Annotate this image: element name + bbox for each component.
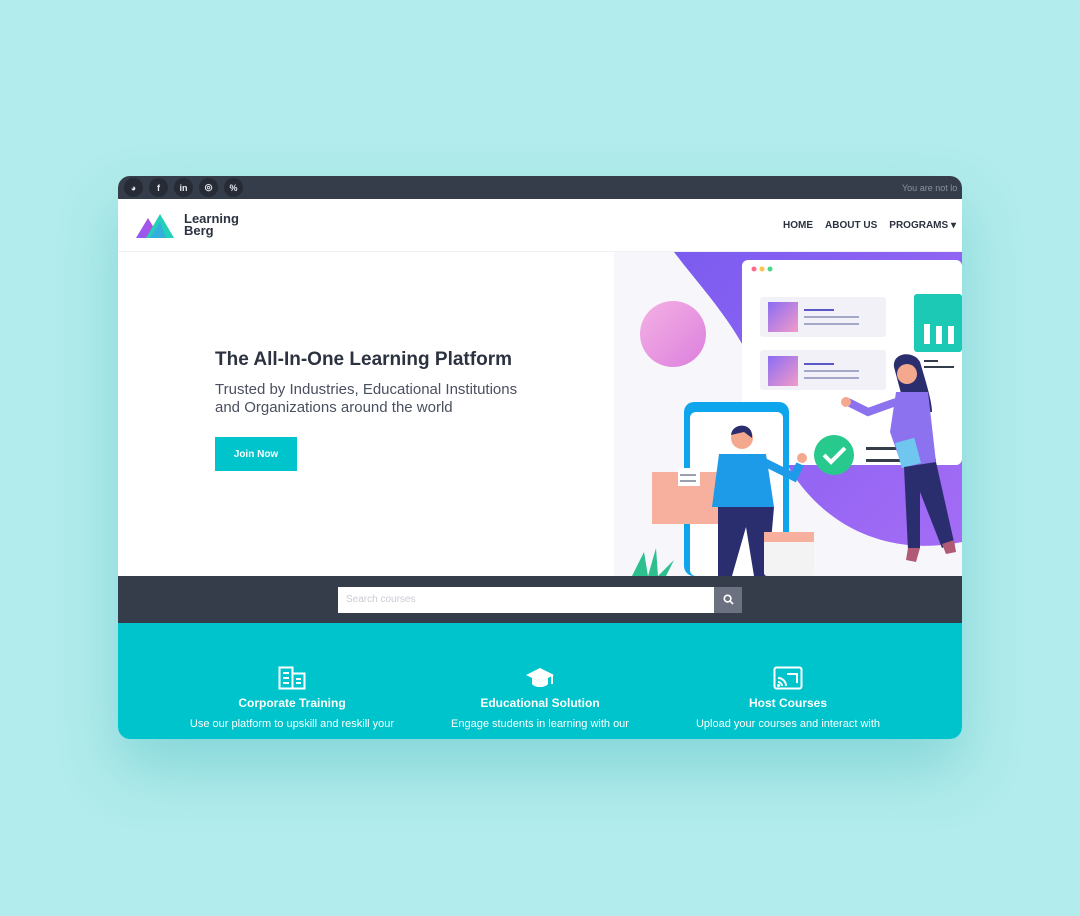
feature-title: Host Courses xyxy=(748,696,828,710)
feature-description: Upload your courses and interact with xyxy=(695,718,881,730)
main-menu: HOME ABOUT US PROGRAMS ▾ xyxy=(783,220,956,231)
feature-corporate-training: Corporate Training Use our platform to u… xyxy=(187,665,397,739)
features-section: Corporate Training Use our platform to u… xyxy=(118,623,962,739)
search-button[interactable] xyxy=(714,586,742,613)
search-icon xyxy=(722,594,734,605)
search-input[interactable] xyxy=(338,586,714,613)
brand-logo[interactable]: Learning Berg xyxy=(136,212,239,238)
search-bar xyxy=(118,576,962,623)
nav-about-us[interactable]: ABOUT US xyxy=(825,220,877,231)
facebook-icon[interactable]: f xyxy=(149,178,168,197)
cast-icon xyxy=(773,666,803,690)
nav-home[interactable]: HOME xyxy=(783,220,813,231)
feature-host-courses: Host Courses Upload your courses and int… xyxy=(683,665,893,739)
hero-subtitle-line-2: and Organizations around the world xyxy=(215,399,453,416)
hero-section: The All-In-One Learning Platform Trusted… xyxy=(118,252,962,576)
navbar: Learning Berg HOME ABOUT US PROGRAMS ▾ xyxy=(118,199,962,252)
caret-down-icon: ▾ xyxy=(950,219,956,231)
hero-subtitle-line-1: Trusted by Industries, Educational Insti… xyxy=(215,381,518,398)
globe-icon[interactable]: ◕ xyxy=(124,178,143,197)
hero-illustration xyxy=(614,252,962,576)
hero-title: The All-In-One Learning Platform xyxy=(215,349,512,370)
feature-educational-solution: Educational Solution Engage students in … xyxy=(435,665,645,739)
nav-programs[interactable]: PROGRAMS ▾ xyxy=(889,220,956,231)
link-icon[interactable]: % xyxy=(224,178,243,197)
brand-line-2: Berg xyxy=(184,223,214,238)
feature-description: Engage students in learning with our xyxy=(451,718,629,730)
feature-description: Use our platform to upskill and reskill … xyxy=(189,718,395,730)
hero-subtitle: Trusted by Industries, Educational Insti… xyxy=(215,381,575,417)
graduation-cap-icon xyxy=(526,668,554,687)
join-now-button[interactable]: Join Now xyxy=(215,437,297,471)
instagram-icon[interactable]: ◎ xyxy=(199,178,218,197)
feature-title: Corporate Training xyxy=(238,696,346,710)
linkedin-icon[interactable]: in xyxy=(174,178,193,197)
building-icon xyxy=(278,666,306,690)
login-status: You are not lo xyxy=(902,182,958,193)
feature-title: Educational Solution xyxy=(480,696,600,710)
social-links: ◕ f in ◎ % xyxy=(124,178,243,197)
mountain-logo-icon xyxy=(136,214,174,238)
nav-programs-label: PROGRAMS xyxy=(889,219,949,231)
top-bar: ◕ f in ◎ % You are not lo xyxy=(118,176,962,199)
browser-window: ◕ f in ◎ % You are not lo Learning Berg … xyxy=(118,176,962,739)
